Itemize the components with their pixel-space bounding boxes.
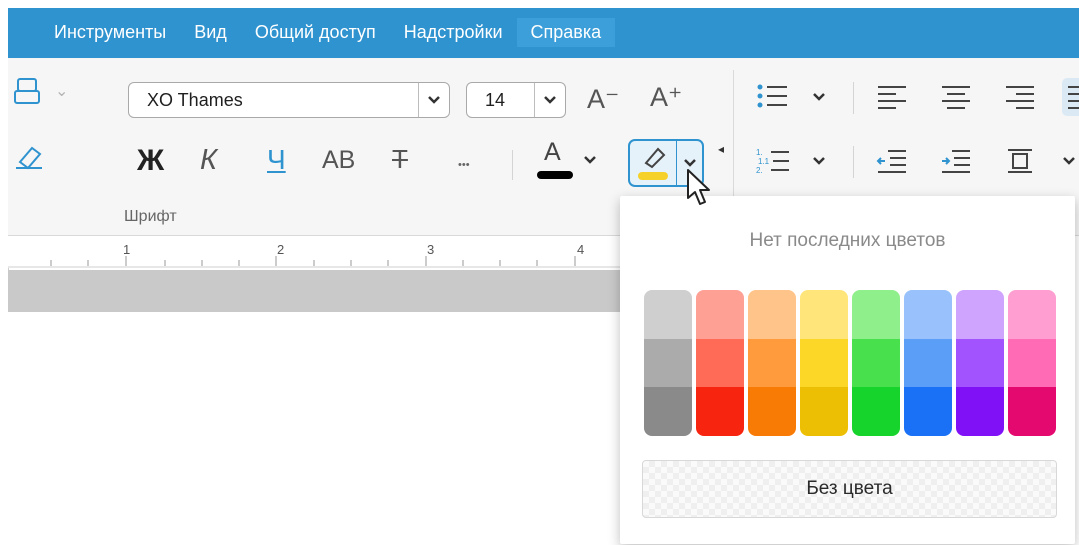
- color-swatch[interactable]: [800, 290, 848, 339]
- color-swatch[interactable]: [800, 338, 848, 388]
- marker-icon: [644, 147, 666, 169]
- divider: [512, 150, 513, 180]
- color-swatch[interactable]: [696, 387, 744, 436]
- color-swatch[interactable]: [644, 387, 692, 436]
- menu-addons[interactable]: Надстройки: [390, 18, 517, 47]
- font-color-button[interactable]: A: [544, 140, 561, 165]
- bullet-list-icon[interactable]: [755, 81, 791, 111]
- align-left-icon[interactable]: [876, 84, 908, 110]
- decrease-font-button[interactable]: A⁻: [587, 86, 619, 113]
- numbered-list-icon[interactable]: 1. 1.1 2.: [755, 146, 791, 176]
- divider: [853, 82, 854, 114]
- chevron-down-icon[interactable]: [418, 83, 449, 117]
- format-painter-dropdown-icon[interactable]: ⌄: [55, 84, 68, 100]
- ruler-label-1: 1: [123, 242, 131, 257]
- menu-tools[interactable]: Инструменты: [40, 18, 180, 47]
- svg-text:1.1: 1.1: [758, 157, 770, 166]
- color-palette: [644, 290, 1056, 436]
- highlight-split: [676, 141, 677, 185]
- color-swatch[interactable]: [956, 290, 1004, 339]
- color-column: [800, 290, 848, 436]
- recent-colors-label: Нет последних цветов: [749, 230, 946, 251]
- chevron-down-icon[interactable]: [534, 83, 565, 117]
- color-swatch[interactable]: [904, 338, 952, 388]
- color-column: [852, 290, 900, 436]
- menu-items: Инструменты Вид Общий доступ Надстройки …: [40, 18, 616, 47]
- color-swatch[interactable]: [956, 338, 1004, 388]
- ruler: 1 2 3 4: [8, 236, 628, 268]
- chevron-down-icon[interactable]: [1062, 156, 1076, 166]
- increase-font-button[interactable]: A⁺: [650, 84, 682, 111]
- bold-button[interactable]: Ж: [137, 146, 164, 176]
- ruler-label-3: 3: [427, 242, 435, 257]
- document-margin-area: [8, 270, 628, 312]
- color-swatch[interactable]: [852, 290, 900, 339]
- color-swatch[interactable]: [852, 338, 900, 388]
- italic-button[interactable]: К: [200, 146, 217, 175]
- color-swatch[interactable]: [696, 338, 744, 388]
- highlight-swatch: [638, 172, 668, 180]
- color-swatch[interactable]: [748, 290, 796, 339]
- font-section-label: Шрифт: [124, 208, 177, 225]
- document-page[interactable]: [8, 312, 628, 545]
- color-column: [904, 290, 952, 436]
- align-center-icon[interactable]: [940, 84, 972, 110]
- color-column: [644, 290, 692, 436]
- color-column: [956, 290, 1004, 436]
- menu-bar: Инструменты Вид Общий доступ Надстройки …: [0, 0, 1079, 64]
- menu-help[interactable]: Справка: [516, 18, 616, 47]
- increase-indent-icon[interactable]: [940, 148, 972, 174]
- highlight-color-panel: Нет последних цветов Без цвета: [620, 196, 1075, 544]
- ruler-label-4: 4: [577, 242, 585, 257]
- color-swatch[interactable]: [644, 338, 692, 388]
- color-swatch[interactable]: [748, 387, 796, 436]
- font-name-value: XO Thames: [147, 89, 243, 110]
- menu-view[interactable]: Вид: [180, 18, 241, 47]
- color-swatch[interactable]: [956, 387, 1004, 436]
- color-swatch[interactable]: [696, 290, 744, 339]
- decrease-indent-icon[interactable]: [876, 148, 908, 174]
- eraser-icon[interactable]: [12, 140, 44, 172]
- font-size-value: 14: [485, 89, 506, 110]
- no-color-label: Без цвета: [806, 478, 893, 499]
- font-color-swatch: [537, 171, 573, 179]
- color-swatch[interactable]: [748, 338, 796, 388]
- color-swatch[interactable]: [1008, 387, 1056, 436]
- chevron-down-icon[interactable]: [683, 158, 697, 168]
- svg-text:2.: 2.: [756, 166, 763, 175]
- menu-sharing[interactable]: Общий доступ: [241, 18, 390, 47]
- align-right-icon[interactable]: [1004, 84, 1036, 110]
- strikethrough-button[interactable]: Т: [392, 146, 408, 172]
- font-color-dropdown-icon[interactable]: [583, 155, 597, 165]
- underline-button[interactable]: Ч: [267, 146, 286, 174]
- scroll-left-icon[interactable]: ◂: [718, 143, 724, 155]
- mouse-cursor-icon: [687, 169, 710, 205]
- color-swatch[interactable]: [904, 290, 952, 339]
- bullet-list-dropdown-icon[interactable]: [812, 92, 826, 102]
- color-swatch[interactable]: [904, 387, 952, 436]
- divider: [853, 146, 854, 178]
- font-name-select[interactable]: XO Thames: [128, 82, 450, 118]
- color-swatch[interactable]: [1008, 290, 1056, 339]
- ruler-label-2: 2: [277, 242, 285, 257]
- color-column: [696, 290, 744, 436]
- color-column: [1008, 290, 1056, 436]
- color-swatch[interactable]: [800, 387, 848, 436]
- format-painter-icon[interactable]: [12, 75, 42, 107]
- ruler-ticks: [8, 256, 628, 268]
- color-column: [748, 290, 796, 436]
- paragraph-spacing-icon[interactable]: [1004, 147, 1036, 175]
- font-size-select[interactable]: 14: [466, 82, 566, 118]
- color-swatch[interactable]: [852, 387, 900, 436]
- svg-text:1.: 1.: [756, 148, 763, 157]
- caps-button[interactable]: АВ: [322, 148, 355, 173]
- numbered-list-dropdown-icon[interactable]: [812, 156, 826, 166]
- align-justify-button[interactable]: [1062, 78, 1079, 116]
- more-formatting-button[interactable]: •••: [458, 160, 470, 171]
- color-swatch[interactable]: [644, 290, 692, 339]
- color-swatch[interactable]: [1008, 338, 1056, 388]
- no-color-button[interactable]: Без цвета: [642, 460, 1057, 518]
